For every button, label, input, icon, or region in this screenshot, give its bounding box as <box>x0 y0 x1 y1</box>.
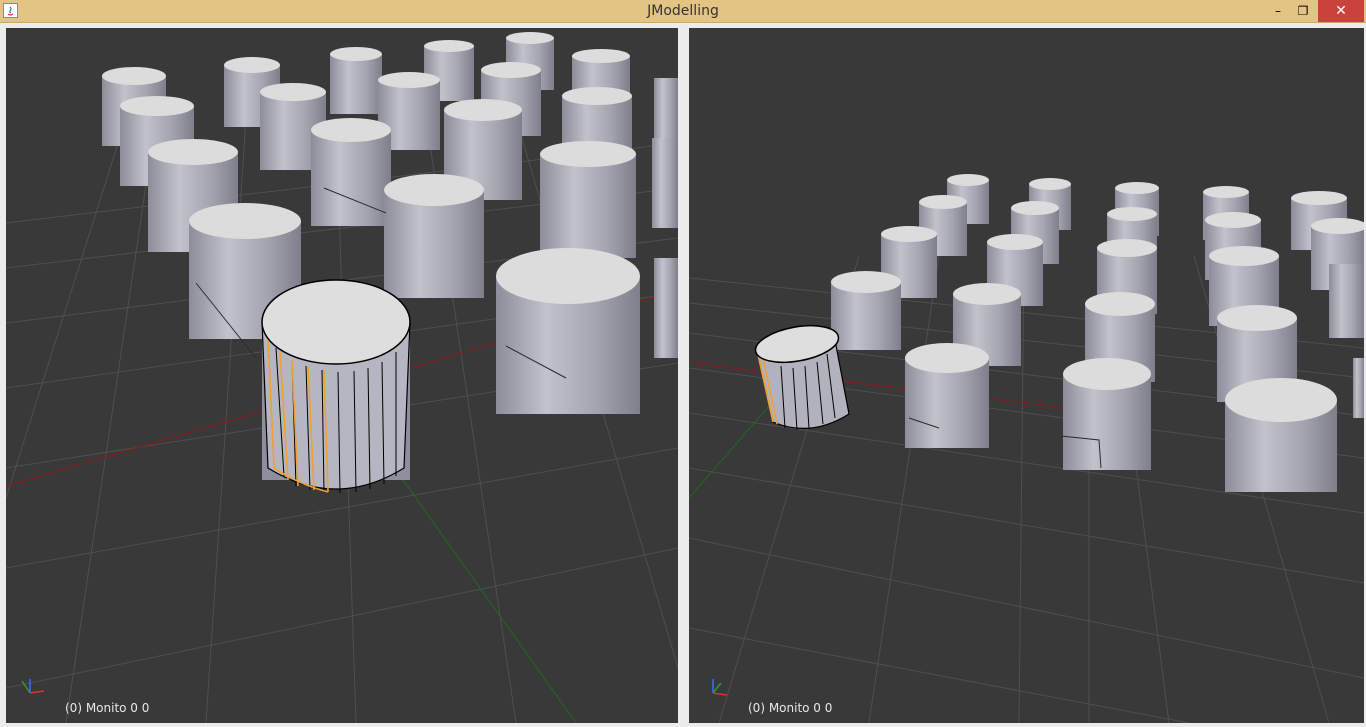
viewport-left[interactable]: (0) Monito 0 0 <box>6 28 678 723</box>
scene-right[interactable] <box>689 28 1364 723</box>
axis-gizmo-right <box>712 679 728 696</box>
title-bar[interactable]: JModelling – ❐ ✕ <box>0 0 1366 23</box>
x-axis-line <box>689 362 1070 409</box>
window-title: JModelling <box>647 3 719 19</box>
axis-gizmo-left <box>21 679 45 694</box>
selected-cylinder-left <box>261 279 411 494</box>
cylinders-right <box>831 174 1364 492</box>
scene-left[interactable] <box>6 28 678 723</box>
viewport-status-left: (0) Monito 0 0 <box>65 701 150 715</box>
selected-cylinder-right <box>754 324 850 431</box>
maximize-button[interactable]: ❐ <box>1290 0 1316 22</box>
minimize-button[interactable]: – <box>1265 0 1291 22</box>
viewport-right[interactable]: (0) Monito 0 0 <box>689 28 1364 723</box>
viewport-status-right: (0) Monito 0 0 <box>748 701 833 715</box>
close-button[interactable]: ✕ <box>1318 0 1364 22</box>
